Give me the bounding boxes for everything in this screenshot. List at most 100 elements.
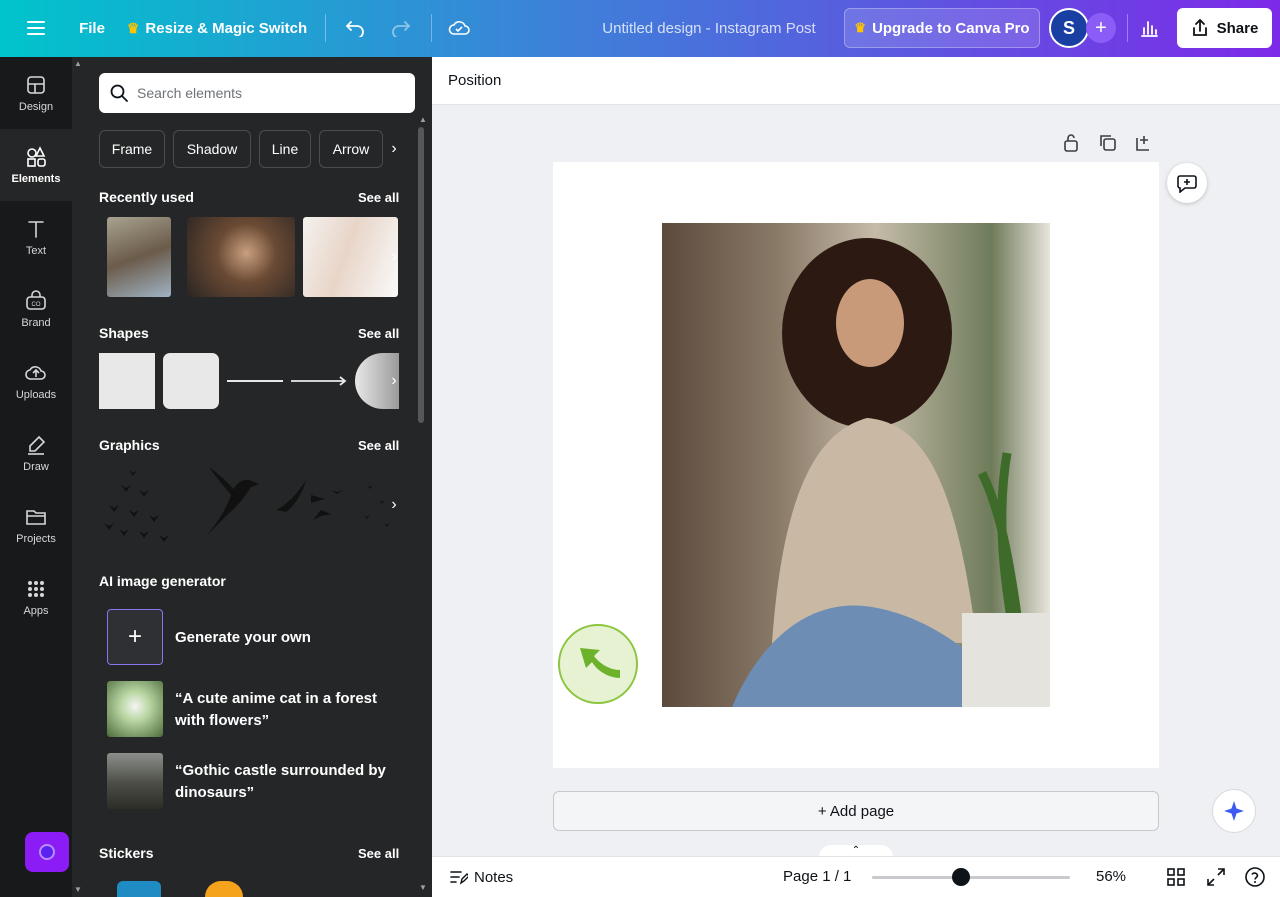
redo-icon[interactable] bbox=[387, 14, 415, 42]
nav-item-apps[interactable]: Apps bbox=[0, 561, 72, 633]
scroll-down-icon[interactable]: ▼ bbox=[74, 885, 82, 894]
duplicate-page-icon[interactable] bbox=[1098, 133, 1118, 158]
magic-assistant-button[interactable] bbox=[25, 832, 69, 872]
upgrade-label: Upgrade to Canva Pro bbox=[872, 19, 1030, 37]
position-button[interactable]: Position bbox=[448, 72, 501, 89]
chip-frame[interactable]: Frame bbox=[99, 130, 165, 168]
top-bar: File ♛ Resize & Magic Switch Untitled de… bbox=[0, 0, 1280, 57]
svg-text:CO: CO bbox=[32, 302, 41, 308]
nav-item-text[interactable]: Text bbox=[0, 201, 72, 273]
sticker-thumbnail-1[interactable] bbox=[117, 881, 161, 897]
file-menu-button[interactable]: File bbox=[72, 14, 112, 42]
help-icon[interactable] bbox=[1244, 866, 1266, 892]
resize-label: Resize & Magic Switch bbox=[145, 19, 308, 37]
hummingbird-graphic[interactable] bbox=[191, 465, 263, 547]
undo-icon[interactable] bbox=[341, 14, 369, 42]
stickers-title: Stickers bbox=[99, 845, 154, 861]
scroll-up-icon[interactable]: ▲ bbox=[419, 115, 427, 124]
design-title[interactable]: Untitled design - Instagram Post bbox=[590, 14, 828, 42]
cloud-save-icon[interactable] bbox=[445, 14, 473, 42]
chip-arrow[interactable]: Arrow bbox=[319, 130, 383, 168]
generate-plus-icon[interactable]: + bbox=[107, 609, 163, 665]
shape-square[interactable] bbox=[99, 353, 155, 409]
prompt-gothic-castle[interactable]: “Gothic castle surrounded by dinosaurs” bbox=[175, 760, 395, 804]
resize-magic-switch-button[interactable]: ♛ Resize & Magic Switch bbox=[124, 14, 310, 42]
curved-arrow-icon bbox=[580, 648, 620, 678]
share-label: Share bbox=[1216, 19, 1259, 37]
editor-canvas-area: Position + Add page ⌃ Notes Page 1 / 1 5… bbox=[432, 57, 1280, 897]
nav-item-design[interactable]: Design bbox=[0, 57, 72, 129]
divider bbox=[325, 14, 326, 42]
search-input[interactable]: Search elements bbox=[99, 73, 415, 113]
chip-line[interactable]: Line bbox=[259, 130, 311, 168]
chevron-right-icon[interactable]: › bbox=[383, 240, 405, 274]
nav-item-projects[interactable]: Projects bbox=[0, 489, 72, 561]
nav-label: Design bbox=[18, 100, 54, 113]
invite-plus-icon[interactable]: + bbox=[1086, 13, 1116, 43]
projects-icon bbox=[26, 509, 46, 525]
nav-item-elements[interactable]: Elements bbox=[0, 129, 72, 201]
grid-view-icon[interactable] bbox=[1166, 867, 1186, 891]
bottom-bar: Notes Page 1 / 1 56% bbox=[432, 856, 1280, 897]
shape-rounded-square[interactable] bbox=[163, 353, 219, 409]
insights-chart-icon[interactable] bbox=[1135, 14, 1163, 42]
add-page-button[interactable]: + Add page bbox=[553, 791, 1159, 831]
recently-used-see-all[interactable]: See all bbox=[358, 190, 399, 205]
woman-photo[interactable] bbox=[662, 223, 1050, 707]
notes-label: Notes bbox=[474, 868, 514, 886]
scroll-down-icon[interactable]: ▼ bbox=[419, 883, 427, 892]
uploads-icon bbox=[25, 365, 46, 380]
search-placeholder: Search elements bbox=[137, 85, 243, 101]
add-page-icon[interactable] bbox=[1134, 133, 1154, 158]
panel-scrollbar[interactable] bbox=[417, 127, 425, 897]
prompt-anime-cat[interactable]: “A cute anime cat in a forest with flowe… bbox=[175, 688, 385, 732]
recent-image-2[interactable] bbox=[187, 217, 295, 297]
chevron-right-icon[interactable]: › bbox=[383, 488, 405, 522]
menu-icon[interactable] bbox=[22, 14, 50, 42]
gothic-castle-thumbnail[interactable] bbox=[107, 753, 163, 809]
shape-arrow-line[interactable] bbox=[291, 375, 349, 387]
brand-icon: CO bbox=[26, 289, 46, 310]
nav-item-brand[interactable]: CO Brand bbox=[0, 273, 72, 345]
context-toolbar: Position bbox=[432, 57, 1280, 105]
search-icon bbox=[110, 84, 128, 102]
nav-label: Elements bbox=[11, 172, 61, 185]
generate-your-own-label[interactable]: Generate your own bbox=[175, 629, 311, 646]
upgrade-pro-button[interactable]: ♛ Upgrade to Canva Pro bbox=[844, 8, 1040, 48]
chevron-right-icon[interactable]: › bbox=[383, 132, 405, 166]
fullscreen-icon[interactable] bbox=[1206, 867, 1226, 891]
chevron-right-icon[interactable]: › bbox=[383, 364, 405, 398]
share-button[interactable]: Share bbox=[1177, 8, 1272, 48]
notes-button[interactable]: Notes bbox=[448, 868, 513, 886]
magic-sparkle-icon[interactable] bbox=[1212, 789, 1256, 833]
anime-cat-thumbnail[interactable] bbox=[107, 681, 163, 737]
nav-label: Brand bbox=[21, 316, 51, 329]
arrow-sticker[interactable] bbox=[558, 624, 638, 704]
nav-item-draw[interactable]: Draw bbox=[0, 417, 72, 489]
scrollbar-thumb[interactable] bbox=[418, 127, 424, 423]
shape-line[interactable] bbox=[227, 380, 283, 382]
stickers-see-all[interactable]: See all bbox=[358, 846, 399, 861]
shapes-see-all[interactable]: See all bbox=[358, 326, 399, 341]
chip-shadow[interactable]: Shadow bbox=[173, 130, 251, 168]
flying-birds-graphic[interactable] bbox=[271, 465, 355, 547]
scroll-up-icon[interactable]: ▲ bbox=[74, 59, 82, 68]
recent-image-1[interactable] bbox=[107, 217, 171, 297]
elements-icon bbox=[27, 145, 46, 167]
zoom-level[interactable]: 56% bbox=[1096, 868, 1126, 885]
avatar[interactable]: S bbox=[1049, 8, 1089, 48]
lock-icon[interactable] bbox=[1061, 132, 1081, 159]
zoom-slider[interactable] bbox=[872, 868, 1070, 886]
birds-flock-graphic[interactable] bbox=[99, 465, 183, 547]
nav-item-uploads[interactable]: Uploads bbox=[0, 345, 72, 417]
sticker-thumbnail-2[interactable] bbox=[205, 881, 243, 897]
share-icon bbox=[1191, 19, 1209, 37]
notes-icon bbox=[450, 871, 468, 885]
page-indicator[interactable]: Page 1 / 1 bbox=[783, 868, 851, 885]
design-page[interactable] bbox=[553, 162, 1159, 768]
divider bbox=[1127, 14, 1128, 42]
crown-icon: ♛ bbox=[126, 19, 140, 36]
zoom-slider-thumb[interactable] bbox=[952, 868, 971, 886]
add-comment-icon[interactable] bbox=[1167, 163, 1207, 203]
graphics-see-all[interactable]: See all bbox=[358, 438, 399, 453]
